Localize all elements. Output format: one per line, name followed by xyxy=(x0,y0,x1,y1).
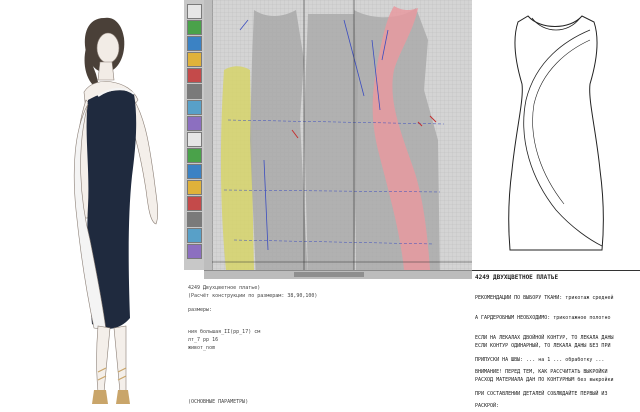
scrollbar-thumb[interactable] xyxy=(294,272,364,277)
measure-icon[interactable] xyxy=(187,100,202,115)
log-line: (ОСНОВНЫЕ ПАРАМЕТРЫ) xyxy=(188,399,249,405)
dart-icon[interactable] xyxy=(187,148,202,163)
notch-icon[interactable] xyxy=(187,164,202,179)
zoom-icon[interactable] xyxy=(187,196,202,211)
document-line: ПРИПУСКИ НА ШВЫ: ... на 1 ... обработку … xyxy=(475,357,605,363)
print-icon[interactable] xyxy=(187,244,202,259)
log-line: ния большая_II(рр_17) см xyxy=(188,329,261,335)
log-line: (Расчёт конструкции по размерам: 38,90,1… xyxy=(188,293,318,299)
layer-icon[interactable] xyxy=(187,228,202,243)
document-line: ЕСЛИ КОНТУР ОДИНАРНЫЙ, ТО ЛЕКАЛА ДАНЫ БЕ… xyxy=(475,343,611,349)
rotate-icon[interactable] xyxy=(187,116,202,131)
text-icon[interactable] xyxy=(187,180,202,195)
log-line: лт_7 рр 16 xyxy=(188,337,219,343)
pattern-piece-center xyxy=(304,14,358,270)
document-line: ЕСЛИ НА ЛЕКАЛАХ ДВОЙНОЙ КОНТУР, ТО ЛЕКАЛ… xyxy=(475,335,614,341)
model-illustration xyxy=(73,17,158,404)
log-line: живот_nom xyxy=(188,345,216,351)
document-line: РАСКРОЙ: xyxy=(475,403,500,409)
technical-sketch-panel: 4249 ДВУХЦВЕТНОЕ ПЛАТЬЕ РЕКОМЕНДАЦИИ ПО … xyxy=(472,0,640,412)
cad-output-log: 4249 Двухцветное платье) (Расчёт констру… xyxy=(184,279,472,412)
scissors-icon[interactable] xyxy=(187,84,202,99)
select-icon[interactable] xyxy=(187,4,202,19)
grid-icon[interactable] xyxy=(187,52,202,67)
document-line: А ГАРДЕРОБНЫМ НЕОБХОДИМО: трикотажное по… xyxy=(475,315,611,321)
log-line: размеры: xyxy=(188,307,213,313)
line-icon[interactable] xyxy=(187,20,202,35)
curve-icon[interactable] xyxy=(187,36,202,51)
pattern-piece-back xyxy=(250,10,308,270)
dress-flat-sketch xyxy=(508,15,604,251)
tool-palette xyxy=(184,0,205,270)
pattern-canvas[interactable] xyxy=(204,0,472,270)
pencil-icon[interactable] xyxy=(187,68,202,83)
pattern-description-document: 4249 ДВУХЦВЕТНОЕ ПЛАТЬЕ РЕКОМЕНДАЦИИ ПО … xyxy=(472,270,640,412)
cad-window: 4249 Двухцветное платье) (Расчёт констру… xyxy=(184,0,472,412)
pattern-piece-side-yellow xyxy=(220,66,254,270)
mirror-icon[interactable] xyxy=(187,132,202,147)
pan-icon[interactable] xyxy=(187,212,202,227)
log-line: 4249 Двухцветное платье) xyxy=(188,285,261,291)
document-line: РЕКОМЕНДАЦИИ ПО ВЫБОРУ ТКАНИ: трикотаж с… xyxy=(475,295,614,301)
document-title: 4249 ДВУХЦВЕТНОЕ ПЛАТЬЕ xyxy=(475,274,559,281)
pattern-drawing xyxy=(212,0,472,270)
horizontal-scrollbar[interactable] xyxy=(204,270,472,279)
document-line: ПРИ СОСТАВЛЕНИИ ДЕТАЛЕЙ СОБЛЮДАЙТЕ ПЕРВЫ… xyxy=(475,391,608,397)
document-line: ВНИМАНИЕ! ПЕРЕД ТЕМ, КАК РАССЧИТАТЬ ВЫКР… xyxy=(475,369,608,375)
fashion-illustration-panel xyxy=(0,0,184,412)
document-line: РАСХОД МАТЕРИАЛА ДАН ПО КОНТУРНЫМ без вы… xyxy=(475,377,614,383)
